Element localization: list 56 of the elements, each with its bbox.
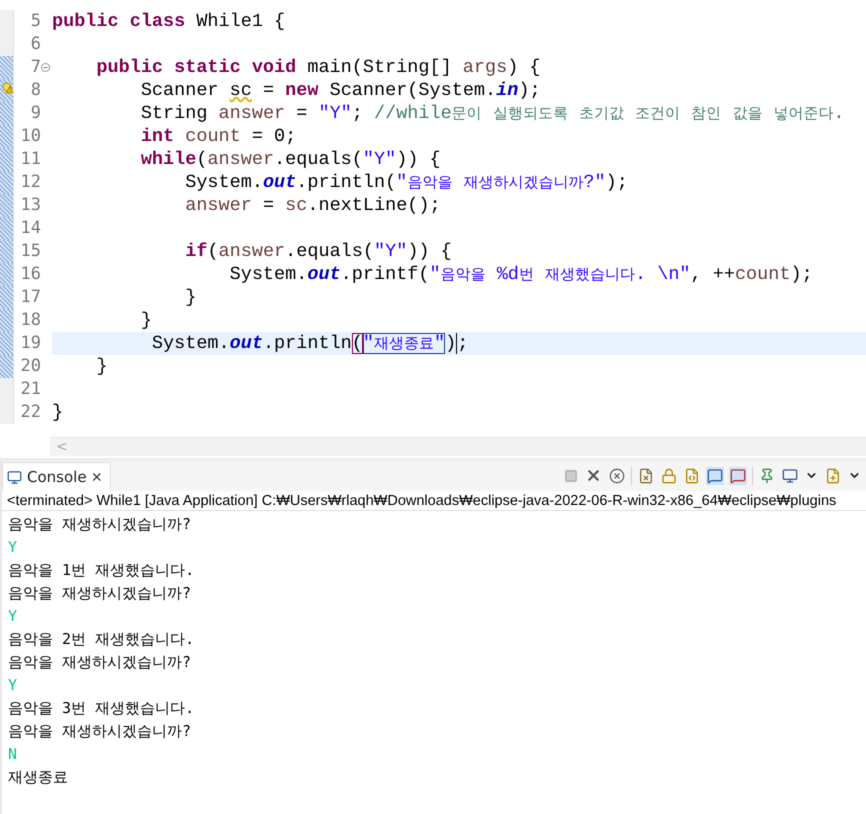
show-on-error-button[interactable] <box>729 466 747 484</box>
console-output-line: 음악을 재생하시겠습니까? <box>8 652 192 673</box>
console-output-line: 재생종료 <box>8 767 68 788</box>
remove-all-button[interactable] <box>608 466 626 484</box>
close-icon <box>585 467 602 484</box>
gutter-ruler <box>0 263 14 286</box>
gutter-ruler <box>0 378 14 401</box>
gutter-ruler <box>0 33 14 56</box>
gutter-ruler <box>0 240 14 263</box>
monitor-icon <box>7 470 22 484</box>
code-line: System.out.println("음악을 재생하시겠습니까?"); <box>184 171 629 194</box>
show-on-output-button[interactable] <box>706 466 724 484</box>
gutter-ruler <box>0 194 14 217</box>
gutter-ruler <box>0 309 14 332</box>
console-output-line: 음악을 1번 재생했습니다. <box>8 560 194 581</box>
console-output-line: N <box>8 744 18 765</box>
code-line: public class While1 { <box>52 10 286 33</box>
code-line: String answer = "Y"; //while문이 실행되도록 초기값 조건이 참인 값을 넣어준다. <box>140 102 846 125</box>
code-line: } <box>184 286 198 309</box>
stop-icon <box>564 468 578 482</box>
scroll-lock-button[interactable] <box>660 466 678 484</box>
code-line: while(answer.equals("Y")) { <box>140 148 442 171</box>
code-line: Scanner sc = new Scanner(System.in); <box>140 79 542 102</box>
code-line: public static void main(String[] args) { <box>95 56 542 79</box>
gutter-ruler <box>0 148 14 171</box>
gutter-ruler <box>0 125 14 148</box>
code-line: answer = sc.nextLine(); <box>184 194 442 217</box>
console-output-line: 음악을 재생하시겠습니까? <box>8 721 192 742</box>
gutter-ruler <box>0 401 14 424</box>
code-line: } <box>52 401 64 424</box>
console-output-line: Y <box>8 606 18 627</box>
x-circle-icon <box>609 468 625 484</box>
console-tab[interactable]: Console × <box>2 462 112 491</box>
code-line: } <box>140 309 153 332</box>
new-console-button[interactable] <box>824 466 842 484</box>
gutter-ruler <box>0 171 14 194</box>
console-output-line: Y <box>8 675 18 696</box>
console-output-line: Y <box>8 537 18 558</box>
word-wrap-button[interactable] <box>683 466 701 484</box>
console-output-line: 음악을 재생하시겠습니까? <box>8 583 192 604</box>
display-console-button[interactable] <box>781 466 799 484</box>
code-line: int count = 0; <box>140 125 298 148</box>
console-output-line: 음악을 2번 재생했습니다. <box>8 629 194 650</box>
gutter-ruler <box>0 332 14 355</box>
code-line: } <box>95 355 109 378</box>
clear-console-button[interactable] <box>637 466 655 484</box>
close-button[interactable]: × <box>92 466 102 488</box>
gutter-ruler <box>0 286 14 309</box>
console-output-line: 음악을 3번 재생했습니다. <box>8 698 194 719</box>
collapse-icon[interactable] <box>41 63 50 72</box>
gutter-ruler <box>0 355 14 378</box>
code-line: if(answer.equals("Y")) { <box>184 240 453 263</box>
console-output-line: 음악을 재생하시겠습니까? <box>8 514 192 535</box>
gutter-ruler <box>0 10 14 33</box>
code-line: System.out.printf("음악을 %d번 재생했습니다. \n", ++count); <box>228 263 814 286</box>
gutter-ruler <box>0 217 14 240</box>
